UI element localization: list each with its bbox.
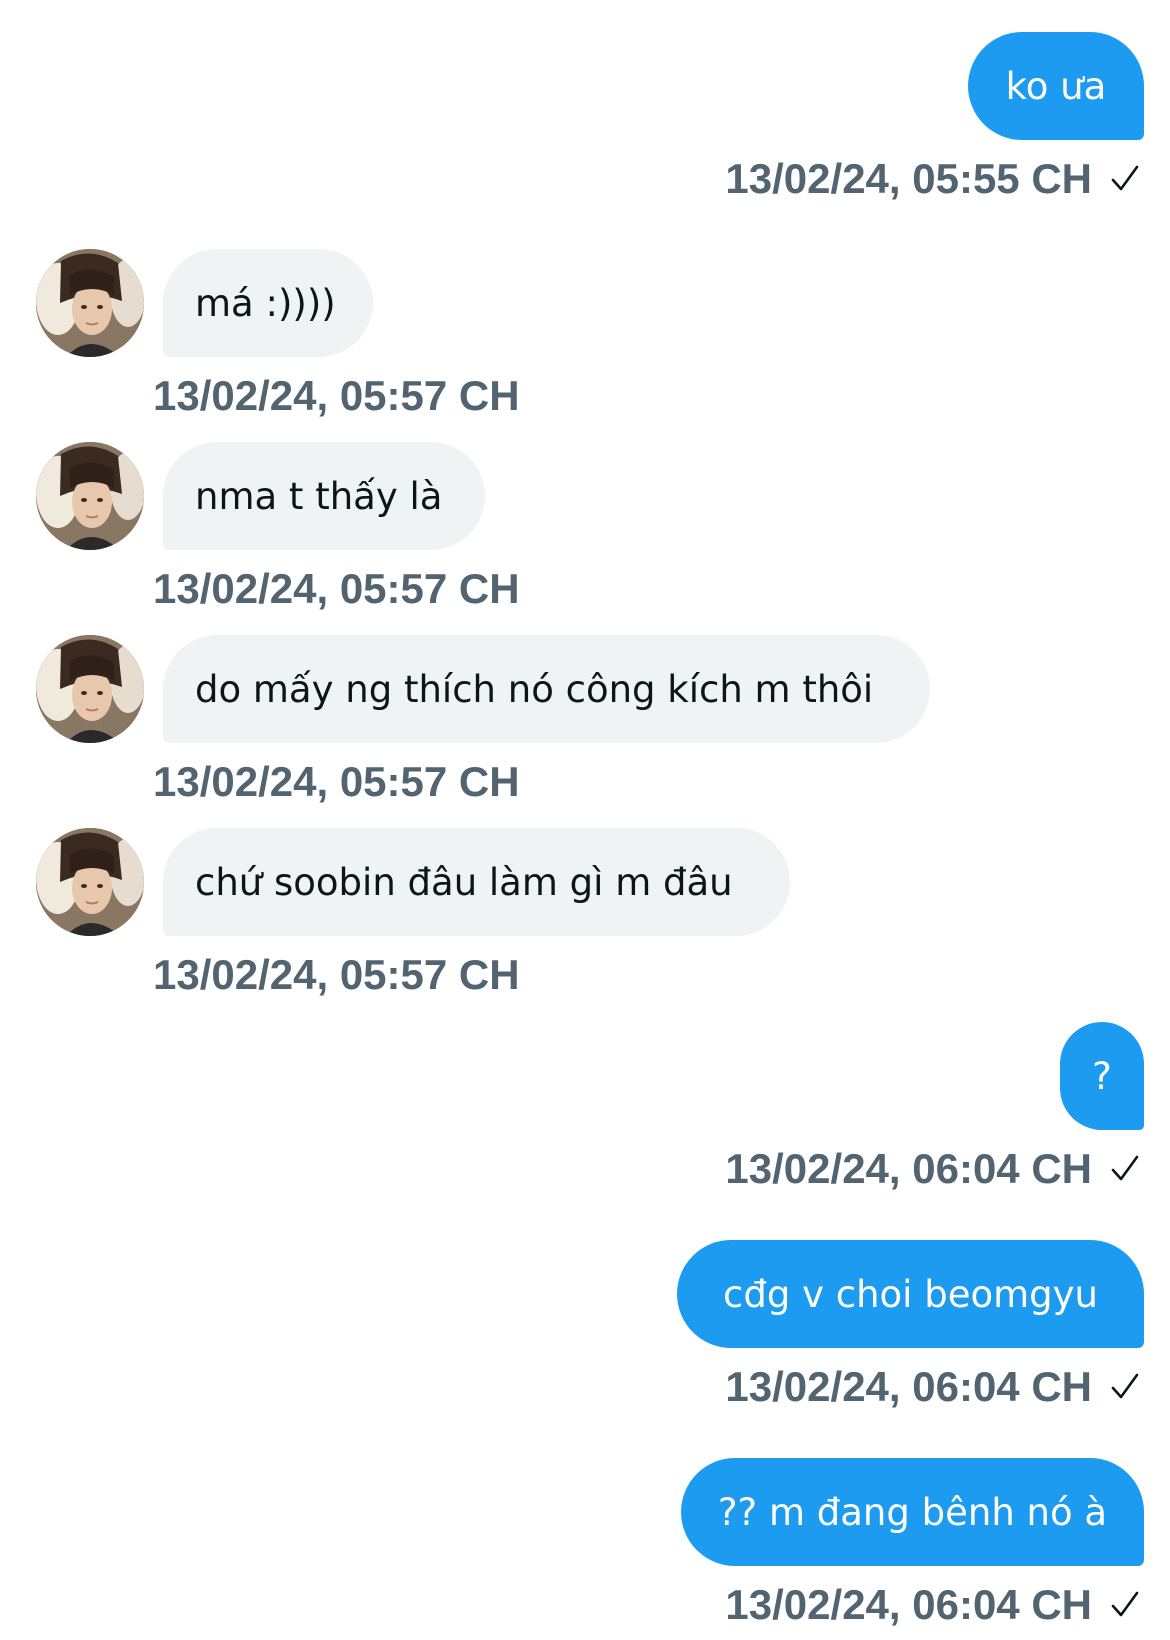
message-bubble[interactable]: má :)))) [163,249,373,357]
message-timestamp: 13/02/24, 06:04 CH [725,1148,1140,1190]
user-avatar[interactable] [36,249,144,357]
sent-check-icon [1111,1591,1139,1617]
message-bubble[interactable]: cđg v choi beomgyu [677,1240,1144,1348]
user-avatar[interactable] [36,828,144,936]
timestamp-text: 13/02/24, 06:04 CH [725,1363,1092,1410]
timestamp-text: 13/02/24, 05:55 CH [725,155,1092,202]
sent-check-icon [1111,1155,1139,1181]
message-bubble[interactable]: ko ưa [968,32,1144,140]
user-avatar[interactable] [36,442,144,550]
message-timestamp: 13/02/24, 05:57 CH [153,951,520,998]
sent-check-icon [1111,165,1139,191]
message-timestamp: 13/02/24, 05:57 CH [153,565,520,612]
user-avatar[interactable] [36,635,144,743]
message-bubble[interactable]: ?? m đang bênh nó à [681,1458,1144,1566]
timestamp-text: 13/02/24, 06:04 CH [725,1145,1092,1192]
timestamp-text: 13/02/24, 06:04 CH [725,1581,1092,1628]
message-timestamp: 13/02/24, 05:55 CH [725,158,1140,200]
message-bubble[interactable]: do mấy ng thích nó công kích m thôi [163,635,930,743]
message-bubble[interactable]: chứ soobin đâu làm gì m đâu [163,828,790,936]
sent-check-icon [1111,1373,1139,1399]
message-bubble[interactable]: nma t thấy là [163,442,485,550]
message-timestamp: 13/02/24, 06:04 CH [725,1584,1140,1626]
message-timestamp: 13/02/24, 05:57 CH [153,758,520,805]
message-timestamp: 13/02/24, 06:04 CH [725,1366,1140,1408]
message-timestamp: 13/02/24, 05:57 CH [153,372,520,419]
message-bubble[interactable]: ? [1060,1022,1144,1130]
